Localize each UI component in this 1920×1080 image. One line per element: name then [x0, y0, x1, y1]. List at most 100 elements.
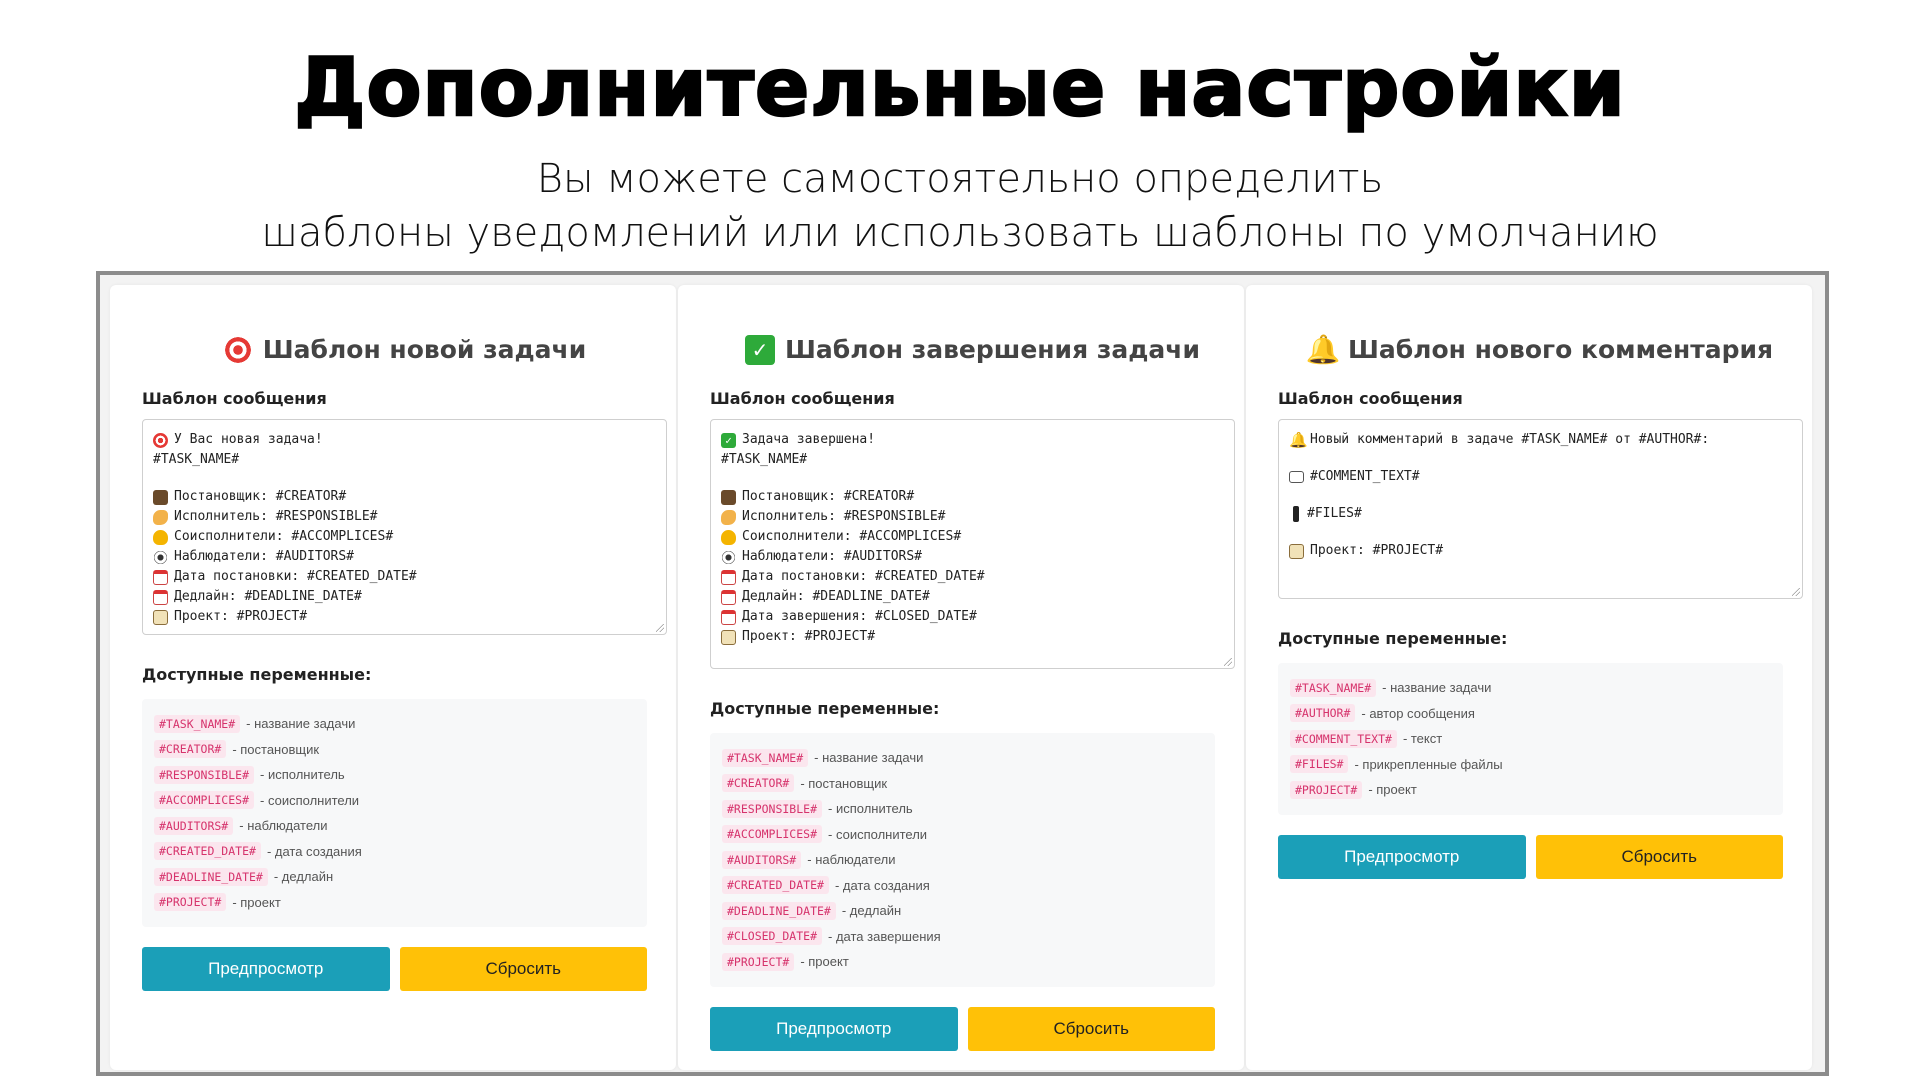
variable-code: #COMMENT_TEXT#: [1290, 729, 1397, 748]
variable-item: #CREATOR# - постановщик: [722, 771, 1203, 797]
heart-icon: [153, 529, 168, 545]
variable-description: - соисполнители: [828, 826, 928, 842]
template-line-text: Дата постановки: #CREATED_DATE#: [174, 569, 417, 584]
variable-item: #ACCOMPLICES# - соисполнители: [722, 822, 1203, 848]
variable-item: #DEADLINE_DATE# - дедлайн: [722, 898, 1203, 924]
variable-item: #AUDITORS# - наблюдатели: [722, 847, 1203, 873]
template-line: Соисполнители: #ACCOMPLICES#: [153, 527, 656, 547]
page-title: Дополнительные настройки: [293, 41, 1626, 134]
available-variables-label: Доступные переменные:: [710, 699, 940, 718]
template-card: 🔔 Шаблон нового комментария Шаблон сообщен…: [1246, 285, 1812, 1070]
template-line-text: Дата постановки: #CREATED_DATE#: [742, 569, 985, 584]
variable-item: #CREATOR# - постановщик: [154, 737, 635, 763]
template-line: Наблюдатели: #AUDITORS#: [721, 547, 1224, 567]
variable-code: #FILES#: [1290, 755, 1349, 774]
template-line: [1289, 524, 1792, 541]
reset-button[interactable]: Сбросить: [1535, 834, 1783, 879]
template-line: [721, 470, 1224, 487]
calendar-icon: [721, 609, 736, 625]
template-line-text: Соисполнители: #ACCOMPLICES#: [742, 529, 962, 544]
pin-icon: [1293, 506, 1299, 522]
variable-code: #AUDITORS#: [722, 850, 802, 869]
message-template-textarea[interactable]: У Вас новая задача! #TASK_NAME# Постановщи…: [142, 419, 667, 635]
template-line-text: Проект: #PROJECT#: [742, 629, 876, 644]
preview-button[interactable]: Предпросмотр: [710, 1006, 958, 1051]
template-line: Соисполнители: #ACCOMPLICES#: [721, 527, 1224, 547]
variable-code: #TASK_NAME#: [154, 714, 241, 733]
variable-code: #CLOSED_DATE#: [722, 927, 823, 946]
template-line-text: Исполнитель: #RESPONSIBLE#: [174, 509, 378, 524]
variable-description: - проект: [800, 954, 849, 970]
variable-description: - наблюдатели: [807, 852, 896, 868]
reset-button[interactable]: Сбросить: [399, 947, 647, 991]
variable-item: #ACCOMPLICES# - соисполнители: [154, 788, 635, 814]
bell-icon: 🔔: [1289, 430, 1308, 449]
card-title: Шаблон новой задачи: [142, 325, 667, 375]
variable-description: - прикрепленные файлы: [1354, 756, 1503, 772]
screenshot-frame: Шаблон новой задачи Шаблон сообщения У Вас…: [96, 271, 1829, 1076]
muscle-icon: [721, 509, 736, 525]
variable-description: - название задачи: [814, 750, 924, 766]
variable-description: - дата завершения: [828, 928, 941, 944]
eye-icon: [153, 549, 168, 565]
check-icon: ✓: [745, 335, 776, 365]
variable-code: #AUTHOR#: [1290, 704, 1356, 723]
variable-code: #AUDITORS#: [154, 816, 234, 835]
template-line-text: Наблюдатели: #AUDITORS#: [174, 549, 355, 564]
variable-item: #TASK_NAME# - название задачи: [154, 711, 635, 737]
variable-code: #DEADLINE_DATE#: [722, 901, 836, 920]
template-line-text: #FILES#: [1307, 506, 1362, 521]
card-title-text: Шаблон завершения задачи: [785, 335, 1200, 364]
variable-description: - автор сообщения: [1361, 705, 1475, 721]
variable-code: #CREATOR#: [154, 740, 227, 759]
variable-description: - название задачи: [1382, 680, 1492, 696]
variable-description: - дата создания: [834, 877, 930, 893]
template-line: Проект: #PROJECT#: [721, 627, 1224, 647]
message-template-textarea[interactable]: 🔔 Новый комментарий в задаче #TASK_NAME# …: [1278, 419, 1803, 599]
variable-item: #TASK_NAME# - название задачи: [722, 745, 1203, 771]
variable-code: #DEADLINE_DATE#: [154, 867, 268, 886]
bell-icon: 🔔: [1305, 333, 1341, 366]
template-line: Проект: #PROJECT#: [1289, 541, 1792, 561]
message-template-textarea[interactable]: ✓ Задача завершена! #TASK_NAME# Постановщик…: [710, 419, 1235, 669]
variable-description: - наблюдатели: [239, 818, 328, 834]
subtitle-line-1: Вы можете самостоятельно определить: [536, 156, 1384, 202]
variable-description: - исполнитель: [260, 767, 345, 783]
template-card: Шаблон новой задачи Шаблон сообщения У Вас…: [110, 285, 676, 1070]
template-line: #TASK_NAME#: [153, 450, 656, 470]
card-title: 🔔 Шаблон нового комментария: [1278, 325, 1803, 375]
template-line: Постановщик: #CREATOR#: [153, 487, 656, 507]
variable-code: #TASK_NAME#: [722, 748, 809, 767]
card-title-text: Шаблон новой задачи: [262, 335, 587, 364]
reset-button[interactable]: Сбросить: [967, 1006, 1215, 1051]
variable-item: #CREATED_DATE# - дата создания: [154, 839, 635, 865]
variable-description: - название задачи: [246, 716, 356, 732]
card-title: ✓ Шаблон завершения задачи: [710, 325, 1235, 375]
variable-item: #PROJECT# - проект: [154, 890, 635, 916]
card-actions: Предпросмотр Сбросить: [142, 947, 647, 991]
variable-description: - текст: [1402, 731, 1443, 747]
template-line-text: Задача завершена!: [742, 432, 876, 447]
subtitle-line-2: шаблоны уведомлений или использовать шаб…: [261, 210, 1659, 256]
variable-item: #CLOSED_DATE# - дата завершения: [722, 924, 1203, 950]
variable-description: - исполнитель: [828, 801, 913, 817]
variable-item: #CREATED_DATE# - дата создания: [722, 873, 1203, 899]
card-actions: Предпросмотр Сбросить: [710, 1006, 1215, 1051]
variable-description: - соисполнители: [260, 792, 360, 808]
creator-icon: [721, 489, 736, 505]
target-icon: [153, 432, 168, 448]
variable-item: #PROJECT# - проект: [722, 949, 1203, 975]
template-line: Исполнитель: #RESPONSIBLE#: [721, 507, 1224, 527]
template-line: [1289, 487, 1792, 504]
variable-item: #AUDITORS# - наблюдатели: [154, 813, 635, 839]
creator-icon: [153, 489, 168, 505]
preview-button[interactable]: Предпросмотр: [1278, 834, 1526, 879]
variable-item: #TASK_NAME# - название задачи: [1290, 675, 1771, 701]
available-variables-label: Доступные переменные:: [1278, 629, 1508, 648]
preview-button[interactable]: Предпросмотр: [142, 947, 390, 991]
calendar-icon: [153, 569, 168, 585]
variable-item: #FILES# - прикрепленные файлы: [1290, 752, 1771, 778]
template-line: Дата постановки: #CREATED_DATE#: [721, 567, 1224, 587]
template-line-text: Соисполнители: #ACCOMPLICES#: [174, 529, 394, 544]
template-line: [1289, 450, 1792, 467]
